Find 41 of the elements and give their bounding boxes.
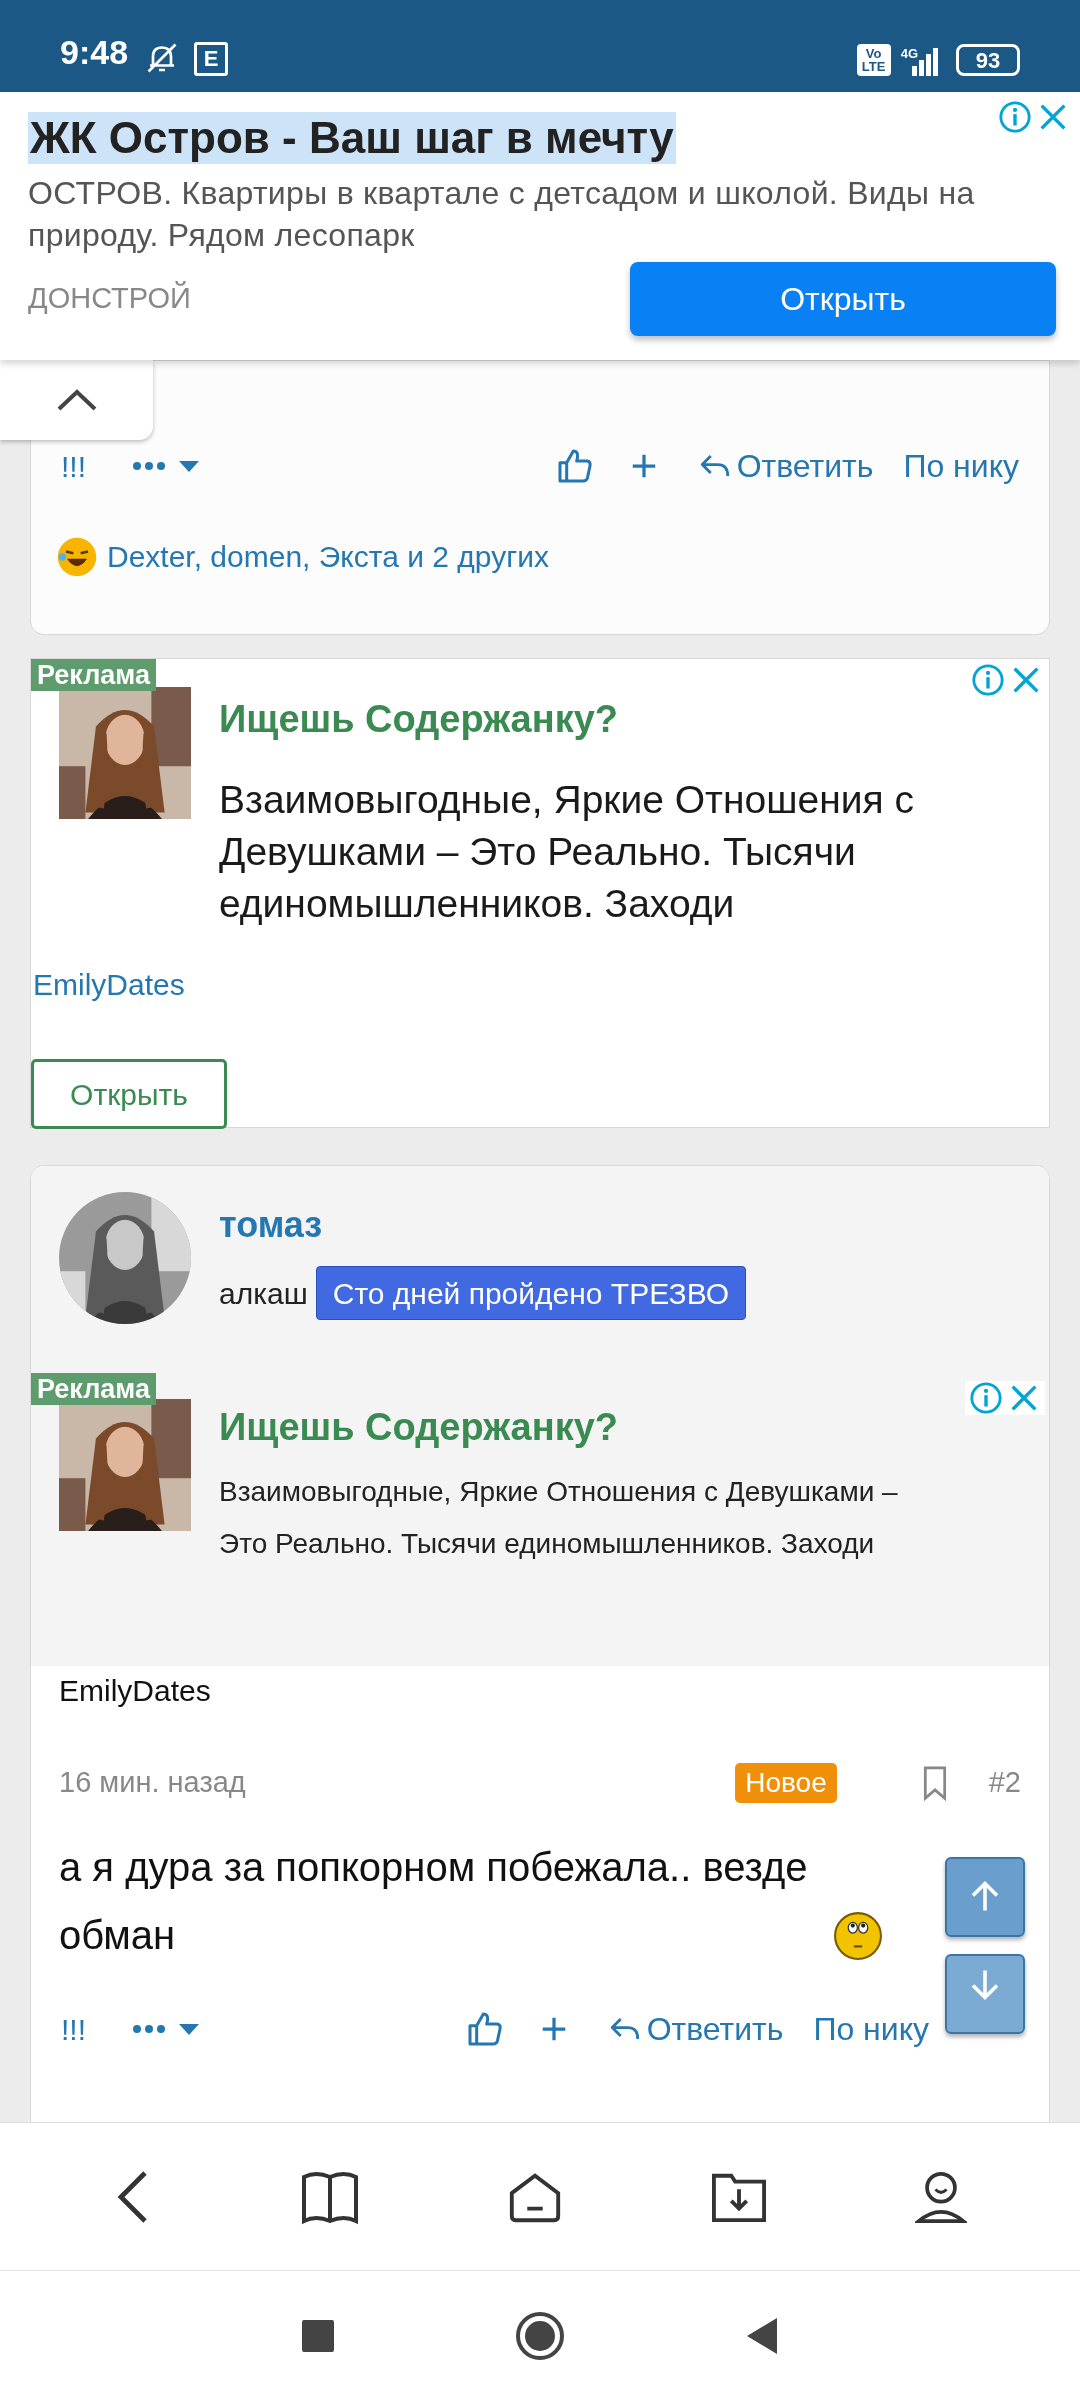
user-badge: Сто дней пройдено ТРЕЗВО bbox=[315, 1266, 746, 1320]
ad-title: ЖК Остров - Ваш шаг в мечту bbox=[28, 112, 676, 164]
reactions-link[interactable]: Dexter, domen, Экста и 2 других bbox=[107, 534, 549, 579]
smiley-icon bbox=[833, 1911, 883, 1961]
ad-description: Взаимовыгодные, Яркие Отношения с Девушками – Это Реально. Тысячи единомышленников. Заходи bbox=[219, 777, 915, 927]
ad-label: Реклама bbox=[31, 1373, 156, 1405]
ad-description: ОСТРОВ. Квартиры в квартале с детсадом и школой. Виды на природу. Рядом лесопарк bbox=[28, 174, 976, 255]
home-circle-icon[interactable] bbox=[515, 2310, 565, 2361]
advertiser-name: ДОНСТРОЙ bbox=[28, 280, 191, 317]
info-icon[interactable] bbox=[971, 663, 1005, 697]
scroll-up-button[interactable] bbox=[945, 1857, 1025, 1937]
reply-button[interactable]: Ответить bbox=[696, 442, 874, 490]
notification-badge: E bbox=[194, 42, 229, 76]
ad-title: Ищешь Содержанку? bbox=[219, 1405, 620, 1450]
ad-description: Взаимовыгодные, Яркие Отношения с Девушками – Это Реально. Тысячи единомышленников. Заходи bbox=[219, 1475, 899, 1561]
clock: 9:48 bbox=[60, 32, 129, 73]
advertiser-link[interactable]: EmilyDates bbox=[31, 962, 1049, 1007]
new-badge: Новое bbox=[735, 1763, 837, 1803]
info-icon[interactable] bbox=[969, 1381, 1003, 1415]
network-label: 4G bbox=[900, 47, 918, 60]
by-nick-link[interactable]: По нику bbox=[813, 2005, 929, 2053]
author-name[interactable]: томаз bbox=[219, 1198, 746, 1252]
scroll-down-button[interactable] bbox=[945, 1954, 1025, 2034]
back-triangle-icon[interactable] bbox=[745, 2315, 779, 2356]
flag-link[interactable]: !!! bbox=[61, 2006, 121, 2052]
info-icon[interactable] bbox=[998, 100, 1032, 134]
open-button[interactable]: Открыть bbox=[630, 262, 1056, 336]
reply-button[interactable]: Ответить bbox=[606, 2005, 784, 2053]
post-time: 16 мин. назад bbox=[59, 1765, 246, 1801]
advertiser-name: EmilyDates bbox=[58, 1673, 212, 1709]
ad-title: Ищешь Содержанку? bbox=[219, 697, 620, 742]
user-title: алкаш bbox=[219, 1275, 308, 1312]
by-nick-link[interactable]: По нику bbox=[903, 442, 1019, 490]
battery-indicator: 93 bbox=[956, 44, 1020, 76]
recents-icon[interactable] bbox=[301, 2318, 335, 2353]
volte-badge: Vo LTE bbox=[856, 44, 891, 76]
ad-label: Реклама bbox=[31, 659, 156, 691]
open-button[interactable]: Открыть bbox=[31, 1059, 227, 1129]
post-number[interactable]: #2 bbox=[988, 1761, 1021, 1805]
post-message: а я дура за попкорном побежала.. везде обман bbox=[59, 1844, 809, 1959]
flag-link[interactable]: !!! bbox=[61, 443, 121, 489]
